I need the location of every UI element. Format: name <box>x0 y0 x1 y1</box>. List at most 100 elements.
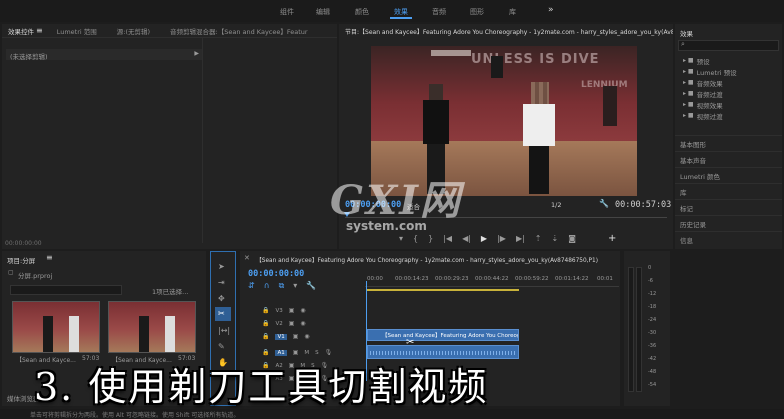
wrench-icon[interactable]: 🔧 <box>599 199 609 208</box>
export-frame-icon[interactable]: ◙ <box>568 234 576 243</box>
workspace-tab-effects[interactable]: 效果 <box>394 7 408 17</box>
tab-source[interactable]: 源:(无剪辑) <box>111 26 156 36</box>
section-history[interactable]: 历史记录 <box>675 215 782 231</box>
mark-in-icon[interactable]: { <box>413 234 418 243</box>
program-resolution-dropdown[interactable]: 1/2 <box>551 201 561 209</box>
workspace-tab-editing[interactable]: 编辑 <box>316 7 330 17</box>
pen-tool-icon[interactable]: ✎ <box>218 342 225 351</box>
ruler-tick: 00:00:44:22 <box>475 276 509 282</box>
audio-waveform <box>370 351 516 355</box>
step-back-icon[interactable]: ◀| <box>462 234 471 243</box>
meter-bar-right <box>636 267 642 392</box>
workspace-tab-graphics[interactable]: 图形 <box>470 7 484 17</box>
track-label: V3 <box>275 307 283 314</box>
section-essential-sound[interactable]: 基本声音 <box>675 151 782 167</box>
add-button-icon[interactable]: + <box>608 233 616 244</box>
sync-lock-icon[interactable]: ▣ <box>293 333 299 340</box>
section-essential-graphics[interactable]: 基本图形 <box>675 135 782 151</box>
folder-video-transitions[interactable]: ▸ ■ 视频过渡 <box>675 110 782 121</box>
razor-tool-icon[interactable]: ✂ <box>218 309 225 318</box>
lock-icon[interactable]: 🔒 <box>262 307 269 314</box>
workspace-tab-assembly[interactable]: 组件 <box>280 7 294 17</box>
track-label: A1 <box>275 349 287 356</box>
folder-label: 视频效果 <box>696 101 723 110</box>
track-v3-header: 🔒 V3 ▣ ◉ <box>262 305 362 316</box>
mark-out-icon[interactable]: } <box>428 234 433 243</box>
lock-icon[interactable]: 🔒 <box>262 333 269 340</box>
workspace-tab-libraries[interactable]: 库 <box>509 7 516 17</box>
extract-icon[interactable]: ⇣ <box>552 234 559 243</box>
timeline-timecode[interactable]: 00:00:00:00 <box>248 269 304 279</box>
workspace-tab-audio[interactable]: 音频 <box>432 7 446 17</box>
workspace-tab-active-underline <box>390 17 412 19</box>
expand-arrow-icon[interactable]: ▶ <box>194 50 199 57</box>
ripple-edit-tool-icon[interactable]: ✥ <box>218 294 225 303</box>
lock-icon[interactable]: 🔒 <box>262 349 269 356</box>
eye-icon[interactable]: ◉ <box>300 307 305 314</box>
timeline-settings-icon[interactable]: 🔧 <box>306 281 316 291</box>
timeline-close-icon[interactable]: ✕ <box>244 254 250 262</box>
go-to-out-icon[interactable]: ▶| <box>516 234 525 243</box>
project-panel-menu-icon[interactable]: ≡ <box>46 253 53 262</box>
program-title[interactable]: 节目:【Sean and Kaycee】Featuring Adore You … <box>339 27 673 36</box>
folder-video-effects[interactable]: ▸ ■ 视频效果 <box>675 99 782 110</box>
track-select-tool-icon[interactable]: ⇥ <box>218 278 225 287</box>
section-info[interactable]: 信息 <box>675 231 782 247</box>
lock-icon[interactable]: 🔒 <box>262 320 269 327</box>
sync-lock-icon[interactable]: ▣ <box>289 307 295 314</box>
panel-menu-icon[interactable]: ≡ <box>36 26 43 35</box>
project-panel-title[interactable]: 项目:分屏 <box>7 255 35 265</box>
tab-lumetri-scopes[interactable]: Lumetri 范围 <box>51 26 103 36</box>
meter-tick: -48 <box>648 369 657 375</box>
workspace-more-button[interactable]: » <box>548 5 554 15</box>
go-to-in-icon[interactable]: |◀ <box>443 234 452 243</box>
tutorial-caption: 3. 使用剃刀工具切割视频 <box>34 365 489 409</box>
timeline-ruler[interactable]: 00:00 00:00:14:23 00:00:29:23 00:00:44:2… <box>365 273 619 287</box>
eye-icon[interactable]: ◉ <box>304 333 309 340</box>
tab-effect-controls[interactable]: 效果控件 <box>2 26 40 36</box>
work-area-bar[interactable] <box>367 289 519 291</box>
folder-presets[interactable]: ▸ ■ 预设 <box>675 55 782 66</box>
tab-audio-clip-mixer[interactable]: 音频剪辑混合器:【Sean and Kaycee】Featur <box>164 26 314 36</box>
folder-icon: ▸ ■ <box>683 68 694 75</box>
section-markers[interactable]: 标记 <box>675 199 782 215</box>
video-clip-v1[interactable]: 【Sean and Kaycee】Featuring Adore You Cho… <box>367 329 519 341</box>
folder-audio-transitions[interactable]: ▸ ■ 音频过渡 <box>675 88 782 99</box>
mute-button[interactable]: M <box>304 350 309 356</box>
folder-audio-effects[interactable]: ▸ ■ 音频效果 <box>675 77 782 88</box>
workspace-tab-color[interactable]: 颜色 <box>355 7 369 17</box>
play-icon[interactable]: ▶ <box>481 234 487 243</box>
add-marker-icon[interactable]: ▾ <box>399 234 403 243</box>
sync-lock-icon[interactable]: ▣ <box>293 349 299 356</box>
step-forward-icon[interactable]: |▶ <box>497 234 506 243</box>
folder-label: 预设 <box>696 57 710 66</box>
lift-icon[interactable]: ⇡ <box>535 234 542 243</box>
section-label: 历史记录 <box>680 220 706 229</box>
timeline-sequence-title[interactable]: 【Sean and Kaycee】Featuring Adore You Cho… <box>256 255 616 264</box>
section-libraries[interactable]: 库 <box>675 183 782 199</box>
selection-tool-icon[interactable]: ➤ <box>218 262 225 271</box>
slip-tool-icon[interactable]: |↔| <box>218 326 230 335</box>
snap-icon[interactable]: ∩ <box>264 281 270 291</box>
meter-tick: -18 <box>648 304 657 310</box>
nest-toggle-icon[interactable]: ⇵ <box>248 281 255 291</box>
project-clip-thumb[interactable] <box>108 301 196 353</box>
thumb-figure <box>165 316 175 352</box>
section-label: 库 <box>680 188 687 197</box>
folder-label: 视频过渡 <box>696 112 723 121</box>
section-label: Lumetri 颜色 <box>680 172 721 181</box>
project-clip-thumb[interactable] <box>12 301 100 353</box>
folder-lumetri-presets[interactable]: ▸ ■ Lumetri 预设 <box>675 66 782 77</box>
section-label: 信息 <box>680 236 693 245</box>
sync-lock-icon[interactable]: ▣ <box>289 320 295 327</box>
section-lumetri-color[interactable]: Lumetri 颜色 <box>675 167 782 183</box>
effects-search-input[interactable]: ⌕ <box>678 40 779 51</box>
folder-icon: ▸ ■ <box>683 112 694 119</box>
add-marker-icon[interactable]: ▾ <box>293 281 297 291</box>
eye-icon[interactable]: ◉ <box>300 320 305 327</box>
solo-button[interactable]: S <box>315 350 319 356</box>
mic-icon[interactable]: 🎙 <box>325 349 333 356</box>
linked-selection-icon[interactable]: ⧉ <box>279 281 285 291</box>
project-selection-count: 1项已选择... <box>152 288 189 296</box>
project-search-input[interactable] <box>10 285 122 295</box>
